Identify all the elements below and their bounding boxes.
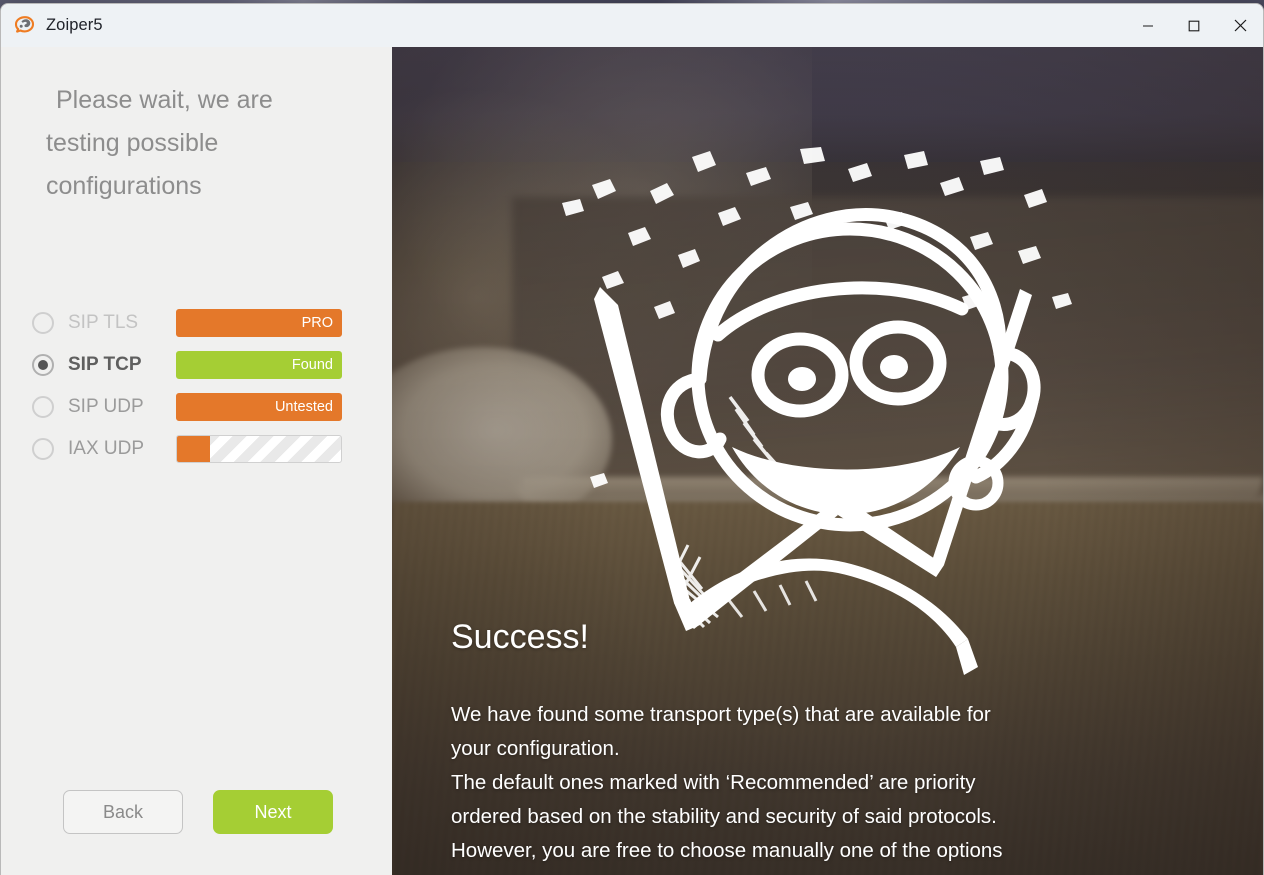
- transport-row-sip-tcp[interactable]: SIP TCP Found: [32, 344, 362, 386]
- transport-label-sip-tls: SIP TLS: [68, 312, 139, 333]
- title-bar: Zoiper5: [1, 4, 1263, 47]
- progress-bar-iax-udp: [176, 435, 342, 463]
- promo-panel: Success! We have found some transport ty…: [392, 47, 1263, 875]
- transport-row-sip-tls[interactable]: SIP TLS PRO: [32, 302, 362, 344]
- wizard-left-panel: Please wait, we are testing possible con…: [1, 47, 392, 875]
- status-text-sip-tls: PRO: [301, 314, 333, 331]
- promo-title: Success!: [451, 618, 589, 656]
- wizard-button-row: Back Next: [63, 790, 333, 834]
- window-title: Zoiper5: [46, 16, 103, 34]
- status-bar-sip-tcp: Found: [176, 351, 342, 379]
- transport-label-sip-udp: SIP UDP: [68, 396, 144, 417]
- status-text-sip-udp: Untested: [274, 398, 333, 415]
- promo-paragraph-1: We have found some transport type(s) tha…: [451, 703, 991, 727]
- minimize-icon: [1143, 24, 1153, 27]
- maximize-button[interactable]: [1171, 4, 1217, 47]
- transport-test-list: SIP TLS PRO SIP TCP Found SIP UDP Untest…: [32, 302, 362, 470]
- radio-sip-udp[interactable]: [32, 396, 54, 418]
- transport-row-iax-udp[interactable]: IAX UDP: [32, 428, 362, 470]
- promo-paragraph-4: ordered based on the stability and secur…: [451, 805, 997, 829]
- promo-paragraph-3: The default ones marked with ‘Recommende…: [451, 771, 976, 795]
- radio-sip-tcp[interactable]: [32, 354, 54, 376]
- maximize-icon: [1188, 20, 1200, 31]
- back-button[interactable]: Back: [63, 790, 183, 834]
- next-button[interactable]: Next: [213, 790, 333, 834]
- transport-row-sip-udp[interactable]: SIP UDP Untested: [32, 386, 362, 428]
- wizard-content: Please wait, we are testing possible con…: [1, 47, 1263, 875]
- minimize-button[interactable]: [1125, 4, 1171, 47]
- progress-bar-fill-iax-udp: [177, 436, 210, 462]
- zoiper-logo-icon: [14, 15, 36, 37]
- status-text-sip-tcp: Found: [291, 356, 333, 373]
- desktop-background: Zoiper5 Please wait, we are testing poss…: [0, 0, 1264, 875]
- status-bar-sip-udp: Untested: [176, 393, 342, 421]
- radio-sip-tls[interactable]: [32, 312, 54, 334]
- close-icon: [1234, 19, 1246, 32]
- radio-iax-udp[interactable]: [32, 438, 54, 460]
- window-controls: [1125, 4, 1263, 47]
- zoiper-wizard-window: Zoiper5 Please wait, we are testing poss…: [0, 3, 1264, 875]
- promo-paragraph-5: However, you are free to choose manually…: [451, 839, 1003, 863]
- close-button[interactable]: [1217, 4, 1263, 47]
- promo-copy: Success! We have found some transport ty…: [451, 618, 1233, 868]
- status-bar-sip-tls: PRO: [176, 309, 342, 337]
- promo-paragraph-2: your configuration.: [451, 737, 620, 761]
- wizard-heading: Please wait, we are testing possible con…: [46, 86, 273, 200]
- transport-label-iax-udp: IAX UDP: [68, 438, 145, 459]
- transport-label-sip-tcp: SIP TCP: [68, 354, 142, 375]
